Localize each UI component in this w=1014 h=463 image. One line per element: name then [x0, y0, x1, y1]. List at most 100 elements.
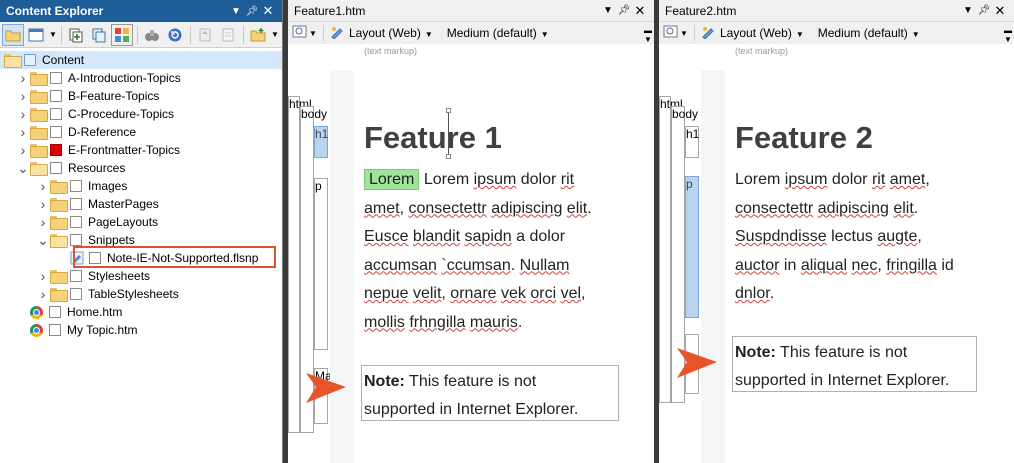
toolbar-overflow-icon[interactable]: ▬ ▼: [1004, 26, 1012, 44]
layout-dropdown[interactable]: Layout (Web) ▼: [720, 26, 804, 40]
window-icon[interactable]: [25, 24, 47, 46]
toolbar-overflow-icon[interactable]: ▬ ▼: [644, 26, 652, 44]
resize-handle[interactable]: [446, 154, 451, 159]
body-paragraph[interactable]: Lorem ipsum dolor rit amet, consectettr a…: [735, 166, 995, 309]
tree-checkbox[interactable]: [50, 144, 62, 156]
tree-checkbox[interactable]: [70, 216, 82, 228]
medium-dropdown[interactable]: Medium (default) ▼: [447, 26, 549, 40]
note-snippet-block[interactable]: Note: This feature is not supported in I…: [361, 365, 619, 421]
chevron-right-icon[interactable]: ›: [36, 196, 50, 212]
chevron-right-icon[interactable]: ›: [16, 88, 30, 104]
explorer-toolbar: ▼ ▼: [0, 22, 282, 48]
tree-checkbox[interactable]: [70, 198, 82, 210]
chevron-down-icon[interactable]: ⌄: [36, 233, 50, 247]
tree-item[interactable]: › C-Procedure-Topics: [0, 105, 282, 123]
chevron-down-icon[interactable]: ▼: [228, 6, 244, 17]
tree-item[interactable]: › D-Reference: [0, 123, 282, 141]
page-heading[interactable]: Feature 1: [364, 120, 502, 156]
tree-item[interactable]: › TableStylesheets: [0, 285, 282, 303]
new-dropdown-arrow[interactable]: ▼: [270, 30, 280, 39]
tree-checkbox[interactable]: [89, 252, 101, 264]
open-folder-icon[interactable]: [2, 23, 24, 46]
medium-label: Medium (default): [446, 26, 537, 40]
chevron-right-icon[interactable]: ›: [16, 106, 30, 122]
refresh-icon[interactable]: [164, 24, 186, 46]
tree-checkbox[interactable]: [50, 72, 62, 84]
tree-item[interactable]: ⌄ Snippets: [0, 231, 282, 249]
gutter-h1[interactable]: h1: [685, 126, 699, 158]
zoom-icon[interactable]: [292, 25, 308, 42]
view-dropdown-arrow[interactable]: ▼: [48, 30, 58, 39]
tree-item[interactable]: › MasterPages: [0, 195, 282, 213]
tree-checkbox[interactable]: [50, 126, 62, 138]
move-up-icon[interactable]: [194, 24, 216, 46]
gutter-h1[interactable]: h1: [314, 126, 328, 158]
tree-item[interactable]: › PageLayouts: [0, 213, 282, 231]
add-files-icon[interactable]: [65, 24, 87, 46]
close-icon[interactable]: ✕: [260, 3, 276, 19]
chevron-right-icon[interactable]: ›: [36, 286, 50, 302]
resize-handle[interactable]: [446, 108, 451, 113]
page-heading[interactable]: Feature 2: [735, 120, 873, 156]
highlighted-word[interactable]: Lorem: [364, 169, 420, 190]
grid-icon[interactable]: [111, 23, 133, 46]
tree-item[interactable]: Content: [0, 51, 282, 69]
editor2-document[interactable]: html body h1 p Feature 2 Lorem ipsum dol…: [659, 60, 1014, 463]
tree-checkbox[interactable]: [70, 270, 82, 282]
editor1-document[interactable]: html body h1 p Ma Feature 1 Lorem Lorem …: [288, 60, 654, 463]
tree-item[interactable]: Home.htm: [0, 303, 282, 321]
tree-item[interactable]: › B-Feature-Topics: [0, 87, 282, 105]
tree-checkbox[interactable]: [50, 162, 62, 174]
binoculars-icon[interactable]: [141, 24, 163, 46]
pin-icon[interactable]: 📌︎: [976, 5, 992, 16]
tree-checkbox[interactable]: [70, 234, 82, 246]
tree-checkbox[interactable]: [50, 90, 62, 102]
chevron-right-icon[interactable]: ›: [36, 178, 50, 194]
tree-checkbox[interactable]: [50, 108, 62, 120]
tree-item[interactable]: ⌄ Resources: [0, 159, 282, 177]
tree-checkbox[interactable]: [49, 324, 61, 336]
tree-checkbox[interactable]: [49, 306, 61, 318]
editor2-tab[interactable]: Feature2.htm ▼ 📌︎ ✕: [659, 0, 1014, 22]
body-paragraph[interactable]: Lorem Lorem ipsum dolor rit amet, consect…: [364, 166, 624, 337]
zoom-dropdown-arrow[interactable]: ▼: [308, 29, 318, 38]
gutter-html[interactable]: html: [659, 96, 683, 403]
tree-checkbox[interactable]: [70, 180, 82, 192]
misspelled-word: Eusce: [364, 228, 409, 245]
tree-item[interactable]: › Stylesheets: [0, 267, 282, 285]
misspelled-word: velit: [412, 285, 442, 302]
tree-checkbox[interactable]: [70, 288, 82, 300]
copy-icon[interactable]: [88, 24, 110, 46]
close-icon[interactable]: ✕: [992, 3, 1008, 19]
chevron-right-icon[interactable]: ›: [16, 124, 30, 140]
close-icon[interactable]: ✕: [632, 3, 648, 19]
chevron-down-icon[interactable]: ▼: [600, 5, 616, 16]
toolbar-separator: [323, 25, 324, 41]
zoom-icon[interactable]: [663, 25, 679, 42]
note-snippet-block[interactable]: Note: This feature is not supported in I…: [732, 336, 977, 392]
chevron-right-icon[interactable]: ›: [16, 142, 30, 158]
pin-icon[interactable]: 📌︎: [616, 5, 632, 16]
tree-item[interactable]: › A-Introduction-Topics: [0, 69, 282, 87]
page-margin: [701, 70, 725, 463]
chevron-right-icon[interactable]: ›: [36, 268, 50, 284]
gutter-p[interactable]: p: [685, 176, 699, 318]
zoom-dropdown-arrow[interactable]: ▼: [679, 29, 689, 38]
chevron-down-icon[interactable]: ⌄: [16, 161, 30, 175]
document-icon[interactable]: [217, 24, 239, 46]
chevron-right-icon[interactable]: ›: [16, 70, 30, 86]
tree-checkbox[interactable]: [24, 54, 36, 66]
tree-item[interactable]: My Topic.htm: [0, 321, 282, 339]
editor1-tab[interactable]: Feature1.htm ▼ 📌︎ ✕: [288, 0, 654, 22]
gutter-p[interactable]: p: [314, 178, 328, 350]
new-folder-icon[interactable]: [247, 24, 269, 46]
medium-dropdown[interactable]: Medium (default) ▼: [818, 26, 920, 40]
pin-icon[interactable]: 📌︎: [244, 6, 260, 17]
tree-item[interactable]: Note-IE-Not-Supported.flsnp: [0, 249, 282, 267]
tree-item[interactable]: › Images: [0, 177, 282, 195]
gutter-html[interactable]: html: [288, 96, 312, 433]
tree-item[interactable]: › E-Frontmatter-Topics: [0, 141, 282, 159]
layout-dropdown[interactable]: Layout (Web) ▼: [349, 26, 433, 40]
chevron-right-icon[interactable]: ›: [36, 214, 50, 230]
chevron-down-icon[interactable]: ▼: [960, 5, 976, 16]
